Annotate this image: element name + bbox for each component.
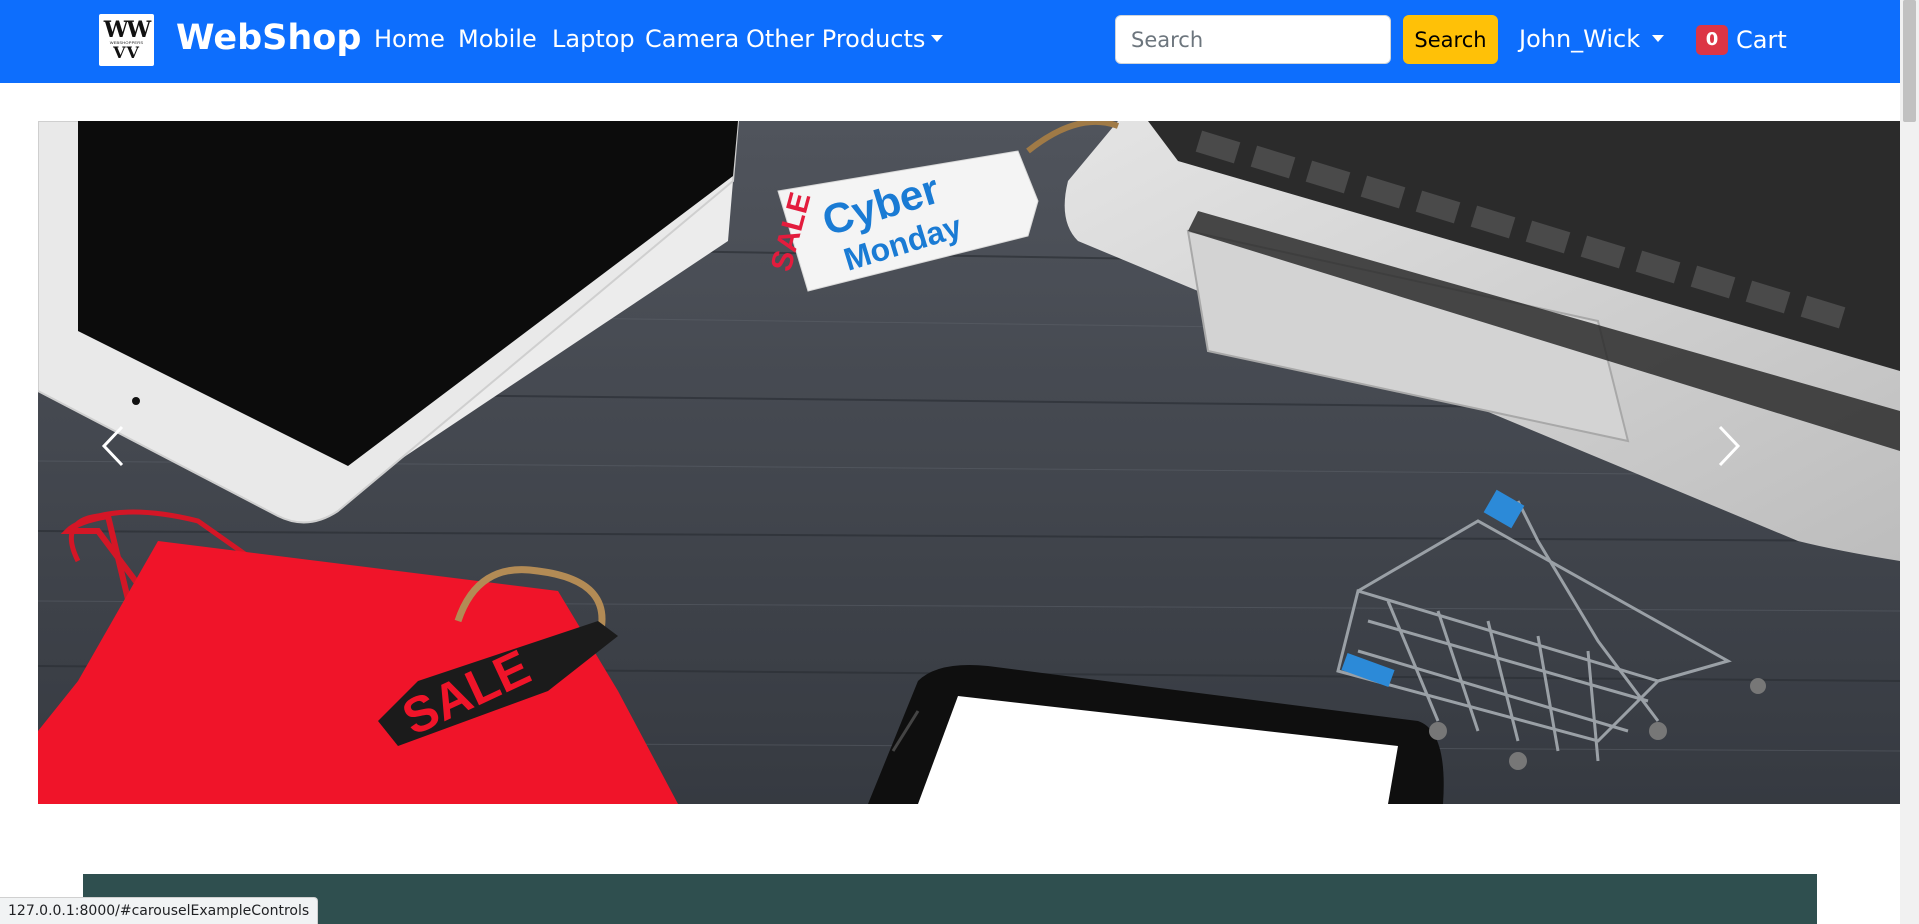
- cart-count-badge: 0: [1696, 25, 1728, 55]
- carousel-next-button[interactable]: [1714, 421, 1794, 501]
- user-dropdown[interactable]: John_Wick: [1519, 25, 1665, 53]
- cart-label: Cart: [1736, 26, 1787, 54]
- nav-link-home[interactable]: Home: [374, 25, 445, 53]
- other-products-label: Other Products: [746, 25, 926, 53]
- site-logo[interactable]: WW WEBSHOPPERS VV: [99, 14, 154, 66]
- nav-link-laptop[interactable]: Laptop: [552, 25, 635, 53]
- search-input[interactable]: [1115, 15, 1391, 64]
- carousel-prev-button[interactable]: [98, 421, 178, 501]
- search-button[interactable]: Search: [1403, 15, 1498, 64]
- chevron-left-icon: [101, 425, 124, 467]
- page-scrollbar[interactable]: [1900, 0, 1919, 924]
- brand-name[interactable]: WebShop: [176, 18, 361, 58]
- nav-dropdown-other-products[interactable]: Other Products: [746, 25, 944, 53]
- link-status-bar: 127.0.0.1:8000/#carouselExampleControls: [0, 897, 319, 924]
- caret-down-icon: [1652, 34, 1665, 42]
- featured-section: [83, 874, 1817, 924]
- carousel-slide-image: SALE Cyber Monday SALE: [38, 121, 1900, 804]
- navbar: WW WEBSHOPPERS VV WebShop Home Mobile La…: [0, 0, 1900, 83]
- chevron-right-icon: [1718, 425, 1741, 467]
- cart-link[interactable]: 0 Cart: [1696, 25, 1787, 55]
- hero-carousel: SALE Cyber Monday SALE: [38, 121, 1900, 804]
- user-name: John_Wick: [1519, 25, 1641, 53]
- caret-down-icon: [931, 34, 944, 42]
- scrollbar-thumb[interactable]: [1903, 0, 1916, 122]
- nav-link-camera[interactable]: Camera: [645, 25, 739, 53]
- nav-link-mobile[interactable]: Mobile: [458, 25, 537, 53]
